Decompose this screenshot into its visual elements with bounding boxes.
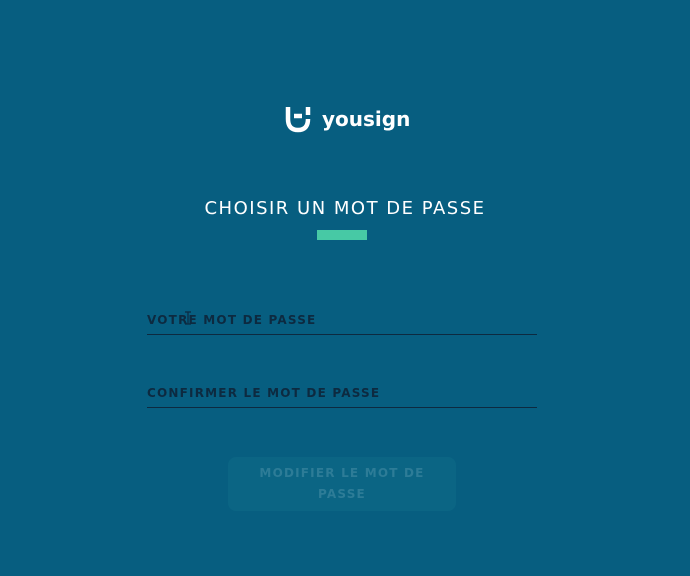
- brand-name: yousign: [322, 107, 411, 131]
- modify-password-button[interactable]: MODIFIER LE MOT DE PASSE: [228, 457, 456, 511]
- yousign-logo-icon: [285, 107, 311, 133]
- brand-logo: yousign: [284, 104, 410, 134]
- password-field: [147, 300, 537, 335]
- text-cursor-icon: [185, 311, 191, 325]
- page-title: CHOISIR UN MOT DE PASSE: [204, 198, 486, 219]
- confirm-password-field: [147, 373, 537, 408]
- confirm-password-input[interactable]: [147, 373, 537, 407]
- password-input[interactable]: [147, 300, 537, 334]
- title-underline: [317, 230, 367, 240]
